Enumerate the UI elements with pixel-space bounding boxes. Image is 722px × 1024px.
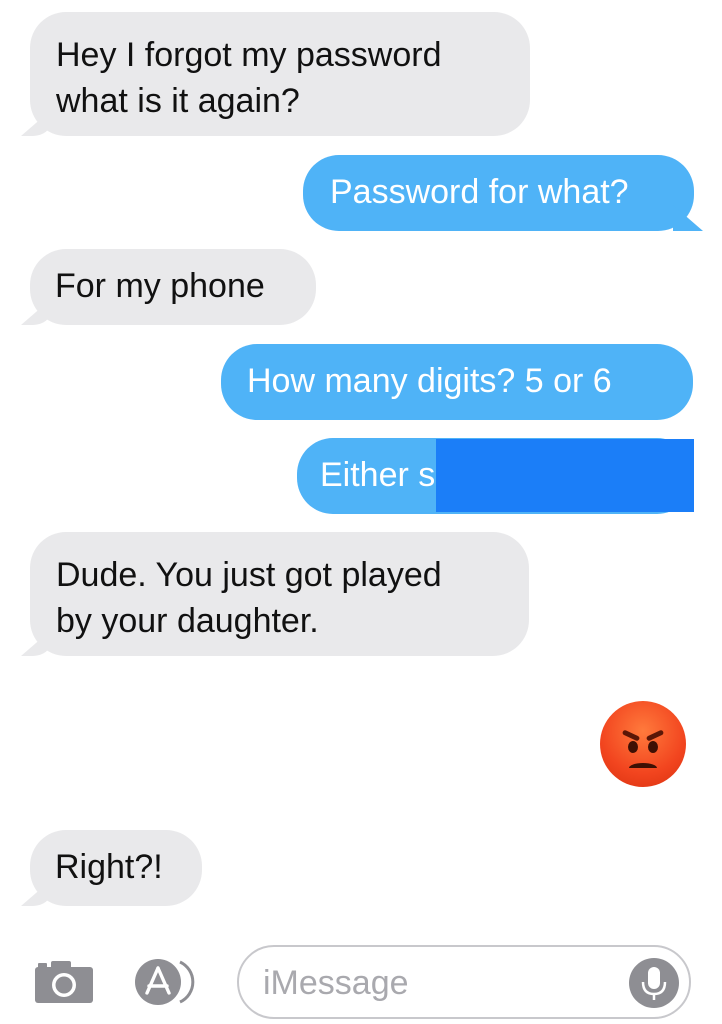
message-text-line: what is it again? [56,82,300,120]
message-bubble-received[interactable]: Right?! [30,830,202,906]
imessage-input-field[interactable] [237,945,691,1019]
message-text-line: Right?! [55,848,163,886]
microphone-button[interactable] [629,958,679,1008]
app-store-icon [135,959,195,1005]
camera-button[interactable] [33,957,95,1005]
emoji-brow [621,729,641,742]
message-bubble-received[interactable]: For my phone [30,249,316,325]
app-store-button[interactable] [134,957,206,1007]
message-text-line: Password for what? [330,173,629,211]
emoji-eye [628,741,638,753]
message-text-line: For my phone [55,267,265,305]
message-bubble-received[interactable]: Dude. You just got played by your daught… [30,532,529,656]
message-text-line: Dude. You just got played [56,556,442,594]
message-text-line: by your daughter. [56,602,319,640]
redaction-block [436,439,694,512]
message-bubble-sent[interactable]: Password for what? [303,155,694,231]
emoji-mouth [629,763,657,773]
message-text-line: Hey I forgot my password [56,36,442,74]
message-bubble-sent[interactable]: How many digits? 5 or 6 [221,344,693,420]
camera-icon [35,961,93,1003]
emoji-brow [645,729,665,742]
microphone-icon [641,967,667,1000]
message-input[interactable] [261,955,625,1011]
message-bubble-received[interactable]: Hey I forgot my password what is it agai… [30,12,530,136]
message-text-line: How many digits? 5 or 6 [247,362,612,400]
emoji-eye [648,741,658,753]
angry-face-emoji[interactable] [600,701,686,787]
